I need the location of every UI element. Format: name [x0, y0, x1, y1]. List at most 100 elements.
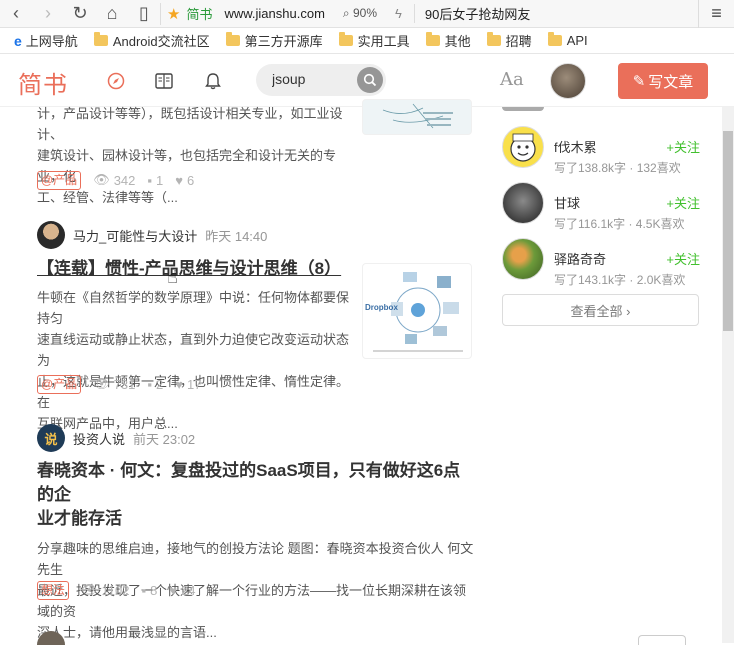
- collection-tag[interactable]: @产品: [37, 170, 82, 190]
- article-item: 计，产品设计等等），既包括设计相关专业，如工业设计、 建筑设计、园林设计等，也包…: [37, 99, 477, 214]
- bookmark-label: Android交流社区: [112, 34, 210, 49]
- pen-icon: ✎: [632, 73, 646, 90]
- bookmark-label: 招聘: [505, 34, 532, 49]
- compass-icon[interactable]: [106, 71, 126, 91]
- book-icon[interactable]: [154, 71, 174, 91]
- bolt-icon[interactable]: ϟ: [395, 6, 402, 21]
- article-abstract-line: 计，产品设计等等），既包括设计相关专业，如工业设计、: [37, 106, 343, 142]
- scrollbar-thumb[interactable]: [723, 131, 733, 331]
- comments-value: 2: [156, 376, 164, 392]
- bookmark-star-icon[interactable]: ★: [167, 5, 180, 23]
- bookmark-label: API: [566, 33, 588, 48]
- comment-icon: ▪: [141, 582, 147, 598]
- bookmark-folder[interactable]: API: [547, 32, 588, 48]
- zoom-value: 90%: [352, 6, 377, 20]
- menu-icon[interactable]: ≡: [698, 0, 734, 28]
- bookmark-folder[interactable]: 实用工具: [338, 31, 410, 50]
- zoom-level[interactable]: ⌕ 90%: [343, 6, 377, 21]
- author-avatar[interactable]: [37, 221, 65, 249]
- article-abstract-line: 深人士，请他用最浅显的言语...: [37, 625, 217, 640]
- article-abstract-line: 牛顿在《自然哲学的数学原理》中说：任何物体都要保持匀: [37, 290, 350, 326]
- author-name[interactable]: 马力_可能性与大设计: [73, 226, 197, 245]
- partial-button[interactable]: [638, 635, 686, 645]
- author-name[interactable]: 驿路奇奇: [554, 249, 606, 268]
- likes-count: ♥ 24: [169, 583, 195, 598]
- scrollbar[interactable]: [722, 107, 734, 643]
- comments-count[interactable]: ▪ 2: [147, 377, 163, 392]
- views-count: 👁 731: [93, 376, 135, 392]
- follow-button[interactable]: +关注: [666, 193, 700, 212]
- comments-count[interactable]: ▪ 8: [142, 583, 158, 598]
- comments-value: 8: [150, 582, 158, 598]
- follow-button[interactable]: +关注: [666, 249, 700, 268]
- folder-icon: [93, 32, 108, 46]
- likes-value: 24: [181, 582, 196, 598]
- reload-icon[interactable]: ↻: [64, 0, 96, 28]
- reader-icon[interactable]: ▯: [128, 0, 160, 28]
- site-name: 简书: [186, 7, 213, 22]
- bookmark-nav[interactable]: e 上网导航: [14, 31, 78, 50]
- article-item: 马力_可能性与大设计 昨天 14:40 【连载】惯性-产品思维与设计思维（8） …: [37, 221, 477, 431]
- bookmark-folder[interactable]: 其他: [425, 31, 471, 50]
- comment-icon: ▪: [147, 376, 153, 392]
- article-thumbnail[interactable]: [362, 99, 472, 135]
- article-meta: 想法 👁 1102 ▪ 8 ♥ 24: [37, 579, 208, 601]
- recommended-author: 甘球 +关注 写了116.1k字 · 4.5K喜欢: [502, 173, 700, 231]
- address-bar[interactable]: ★ 简书 www.jianshu.com ⌕ 90% ϟ 90后女子抢劫网友: [160, 2, 698, 25]
- bookmark-folder[interactable]: 第三方开源库: [225, 31, 323, 50]
- folder-icon: [486, 32, 501, 46]
- article-title[interactable]: 春晓资本 · 何文：复盘投过的SaaS项目，只有做好这6点的企: [37, 459, 477, 507]
- views-value: 731: [113, 376, 136, 392]
- heart-icon: ♥: [169, 582, 178, 598]
- author-name[interactable]: f伐木累: [554, 137, 597, 156]
- author-avatar[interactable]: 说: [37, 424, 65, 452]
- author-name[interactable]: 投资人说: [73, 429, 125, 448]
- write-article-button[interactable]: ✎ 写文章: [618, 63, 708, 99]
- bookmark-folder[interactable]: Android交流社区: [93, 31, 210, 50]
- recommended-author: 驿路奇奇 +关注 写了143.1k字 · 2.0K喜欢: [502, 229, 700, 287]
- views-value: 342: [113, 172, 136, 188]
- home-icon[interactable]: ⌂: [96, 0, 128, 28]
- view-all-button[interactable]: 查看全部 ›: [502, 294, 699, 326]
- browser-search-hint[interactable]: 90后女子抢劫网友: [413, 4, 614, 23]
- font-size-toggle[interactable]: Aa: [500, 69, 524, 90]
- hand-cursor-icon: ☝: [167, 267, 178, 287]
- author-row: 说 投资人说 前天 23:02: [37, 424, 477, 452]
- bookmarks-bar: e 上网导航 Android交流社区 第三方开源库 实用工具 其他 招聘 API: [0, 28, 734, 54]
- author-avatar[interactable]: [502, 126, 544, 168]
- article-thumbnail[interactable]: Dropbox: [362, 263, 472, 359]
- article-item: 说 投资人说 前天 23:02 春晓资本 · 何文：复盘投过的SaaS项目，只有…: [37, 424, 477, 640]
- article-meta: @产品 👁 731 ▪ 2 ♥ 17: [37, 373, 213, 395]
- likes-value: 6: [186, 172, 195, 188]
- user-avatar[interactable]: [550, 63, 586, 99]
- collection-tag[interactable]: @产品: [37, 374, 82, 394]
- article-abstract-line: 速直线运动或静止状态，直到外力迫使它改变运动状态为: [37, 332, 350, 368]
- folder-icon: [338, 32, 353, 46]
- bookmark-label: 其他: [444, 34, 471, 49]
- author-name[interactable]: 甘球: [554, 193, 580, 212]
- author-avatar[interactable]: [502, 182, 544, 224]
- comments-value: 1: [156, 172, 164, 188]
- bell-icon[interactable]: [203, 71, 223, 91]
- thumbnail-caption: Dropbox: [365, 303, 398, 312]
- bookmark-label: 实用工具: [357, 34, 410, 49]
- recommended-author: f伐木累 +关注 写了138.8k字 · 132喜欢: [502, 117, 700, 175]
- article-title[interactable]: 业才能存活: [37, 507, 477, 531]
- comments-count[interactable]: ▪ 1: [147, 173, 163, 188]
- write-button-label: 写文章: [648, 73, 694, 91]
- comment-icon: ▪: [147, 172, 153, 188]
- follow-button[interactable]: +关注: [666, 137, 700, 156]
- bookmark-label: 第三方开源库: [244, 34, 323, 49]
- eye-icon: 👁: [93, 172, 110, 187]
- forward-icon[interactable]: ›: [32, 0, 64, 28]
- search-icon[interactable]: [357, 67, 383, 93]
- author-avatar[interactable]: [502, 238, 544, 280]
- previous-author-avatar[interactable]: [502, 107, 544, 111]
- bookmark-folder[interactable]: 招聘: [486, 31, 532, 50]
- collection-tag[interactable]: 想法: [37, 580, 70, 600]
- search-box: [256, 64, 386, 96]
- search-input[interactable]: [272, 71, 352, 87]
- author-row: 马力_可能性与大设计 昨天 14:40: [37, 221, 477, 249]
- back-icon[interactable]: ‹: [0, 0, 32, 28]
- site-logo[interactable]: 简书: [18, 65, 68, 100]
